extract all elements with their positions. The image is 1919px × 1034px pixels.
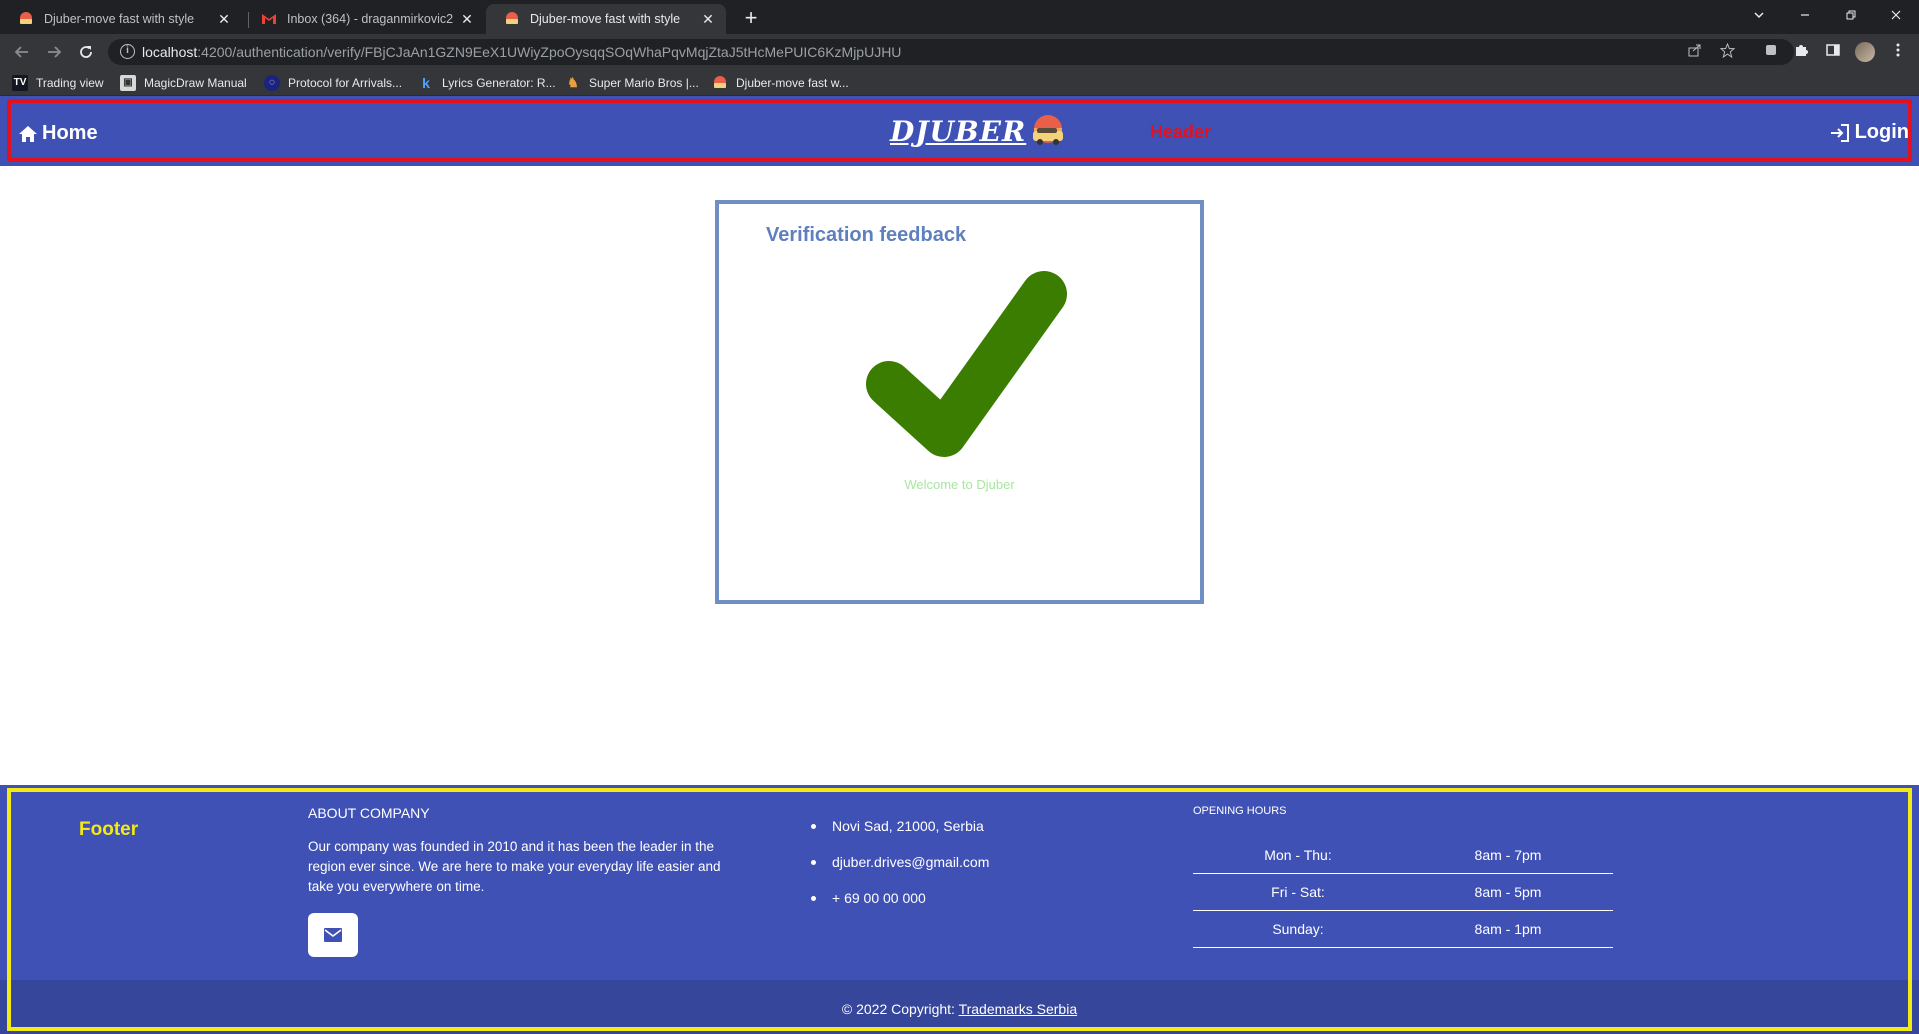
bookmark-label: Super Mario Bros |... bbox=[589, 76, 699, 90]
reload-icon[interactable] bbox=[74, 40, 98, 64]
email-button[interactable] bbox=[308, 913, 358, 957]
address-bar[interactable]: i localhost:4200/authentication/verify/F… bbox=[108, 39, 1794, 65]
djuber-favicon-icon bbox=[712, 75, 728, 91]
tab-search-icon[interactable] bbox=[1736, 0, 1782, 30]
copyright-text: © 2022 Copyright: Trademarks Serbia bbox=[0, 1001, 1919, 1017]
bookmark-label: Lyrics Generator: R... bbox=[442, 76, 556, 90]
tab-title: Djuber-move fast with style bbox=[44, 12, 195, 26]
contact-list: Novi Sad, 21000, Serbia djuber.drives@gm… bbox=[808, 818, 989, 926]
bookmark-item[interactable]: Djuber-move fast w... bbox=[712, 74, 849, 92]
tab-title: Inbox (364) - draganmirkovic240 bbox=[287, 12, 453, 26]
about-company-title: ABOUT COMPANY bbox=[308, 805, 430, 821]
mario-icon: ♞ bbox=[567, 75, 579, 90]
login-icon bbox=[1830, 123, 1849, 142]
logo-text: DJUBER bbox=[890, 114, 1027, 148]
bookmark-label: MagicDraw Manual bbox=[144, 76, 247, 90]
more-menu-icon[interactable] bbox=[1888, 42, 1908, 62]
hours-row: Sunday: 8am - 1pm bbox=[1193, 911, 1613, 948]
hours-row: Fri - Sat: 8am - 5pm bbox=[1193, 874, 1613, 911]
extensions-puzzle-icon[interactable] bbox=[1791, 42, 1811, 62]
close-tab-icon[interactable]: ✕ bbox=[459, 11, 475, 28]
contact-email: djuber.drives@gmail.com bbox=[808, 854, 989, 890]
bookmark-label: Protocol for Arrivals... bbox=[288, 76, 403, 90]
home-icon bbox=[19, 125, 37, 142]
opening-hours-title: OPENING HOURS bbox=[1193, 805, 1287, 817]
footer-annotation: Footer bbox=[79, 819, 139, 840]
car-sunset-icon bbox=[1033, 115, 1064, 145]
extension-icon[interactable] bbox=[1761, 42, 1781, 62]
djuber-logo[interactable]: DJUBER bbox=[890, 114, 1068, 148]
about-company-text: Our company was founded in 2010 and it h… bbox=[308, 839, 721, 894]
hours-day: Mon - Thu: bbox=[1264, 847, 1332, 863]
hours-time: 8am - 1pm bbox=[1474, 921, 1542, 937]
verification-card: Verification feedback Welcome to Djuber bbox=[715, 200, 1204, 604]
web-page: Home DJUBER Header Login Verification fe… bbox=[0, 96, 1919, 1034]
browser-tab[interactable]: Djuber-move fast with style ✕ bbox=[0, 4, 242, 34]
close-window-icon[interactable] bbox=[1873, 0, 1919, 30]
bookmark-label: Trading view bbox=[36, 76, 104, 90]
hours-day: Fri - Sat: bbox=[1271, 884, 1325, 900]
bookmark-item[interactable]: ♞ Super Mario Bros |... bbox=[565, 74, 699, 92]
home-link[interactable]: Home bbox=[18, 122, 98, 145]
card-title: Verification feedback bbox=[766, 224, 967, 246]
contact-phone: + 69 00 00 000 bbox=[808, 890, 989, 926]
welcome-message: Welcome to Djuber bbox=[904, 477, 1015, 492]
forward-arrow-icon[interactable] bbox=[42, 40, 66, 64]
bookmark-label: Djuber-move fast w... bbox=[736, 76, 849, 90]
hours-row: Mon - Thu: 8am - 7pm bbox=[1193, 837, 1613, 874]
share-icon[interactable] bbox=[1686, 43, 1704, 61]
protocol-icon: ◌ bbox=[264, 75, 280, 91]
bookmark-item[interactable]: TV Trading view bbox=[12, 74, 104, 92]
browser-tab-active[interactable]: Djuber-move fast with style ✕ bbox=[486, 4, 726, 34]
copyright-prefix: © 2022 Copyright: bbox=[841, 1001, 959, 1017]
djuber-favicon-icon bbox=[18, 11, 34, 27]
side-panel-icon[interactable] bbox=[1823, 42, 1843, 62]
login-label: Login bbox=[1854, 121, 1909, 143]
gmail-favicon-icon bbox=[261, 11, 277, 27]
browser-toolbar: i localhost:4200/authentication/verify/F… bbox=[0, 34, 1919, 70]
site-footer: Footer ABOUT COMPANY Our company was fou… bbox=[0, 785, 1919, 1034]
bookmarks-bar: TV Trading view ▣ MagicDraw Manual ◌ Pro… bbox=[0, 70, 1919, 96]
restore-icon[interactable] bbox=[1828, 0, 1874, 30]
bookmark-star-icon[interactable] bbox=[1718, 42, 1736, 61]
contact-address: Novi Sad, 21000, Serbia bbox=[808, 818, 989, 854]
minimize-icon[interactable] bbox=[1782, 0, 1828, 30]
browser-tab-strip: Djuber-move fast with style ✕ Inbox (364… bbox=[0, 0, 1919, 34]
close-tab-icon[interactable]: ✕ bbox=[216, 11, 232, 28]
profile-avatar[interactable] bbox=[1855, 42, 1875, 62]
checkmark-icon bbox=[866, 271, 1067, 457]
browser-tab[interactable]: Inbox (364) - draganmirkovic240 ✕ bbox=[243, 4, 485, 34]
opening-hours-table: Mon - Thu: 8am - 7pm Fri - Sat: 8am - 5p… bbox=[1193, 837, 1613, 948]
mail-icon bbox=[324, 928, 342, 942]
lyrics-generator-icon: k bbox=[422, 75, 430, 91]
back-arrow-icon[interactable] bbox=[10, 40, 34, 64]
bookmark-item[interactable]: ◌ Protocol for Arrivals... bbox=[264, 74, 402, 92]
site-header: Home DJUBER Header Login bbox=[0, 96, 1919, 166]
site-info-icon[interactable]: i bbox=[120, 44, 135, 59]
bookmark-item[interactable]: k Lyrics Generator: R... bbox=[418, 74, 556, 92]
hours-day: Sunday: bbox=[1272, 921, 1324, 937]
trademarks-link[interactable]: Trademarks Serbia bbox=[959, 1001, 1078, 1017]
tab-title: Djuber-move fast with style bbox=[530, 12, 681, 26]
login-link[interactable]: Login bbox=[1829, 121, 1909, 144]
tradingview-icon: TV bbox=[12, 75, 28, 91]
header-annotation: Header bbox=[1150, 122, 1212, 142]
url-text[interactable]: localhost:4200/authentication/verify/FBj… bbox=[142, 44, 901, 60]
new-tab-icon[interactable]: + bbox=[738, 6, 764, 32]
hours-time: 8am - 5pm bbox=[1474, 884, 1542, 900]
djuber-favicon-icon bbox=[504, 11, 520, 27]
close-tab-icon[interactable]: ✕ bbox=[700, 11, 716, 28]
hours-time: 8am - 7pm bbox=[1474, 847, 1542, 863]
magicdraw-icon: ▣ bbox=[120, 75, 136, 91]
home-label: Home bbox=[42, 122, 98, 144]
bookmark-item[interactable]: ▣ MagicDraw Manual bbox=[120, 74, 247, 92]
